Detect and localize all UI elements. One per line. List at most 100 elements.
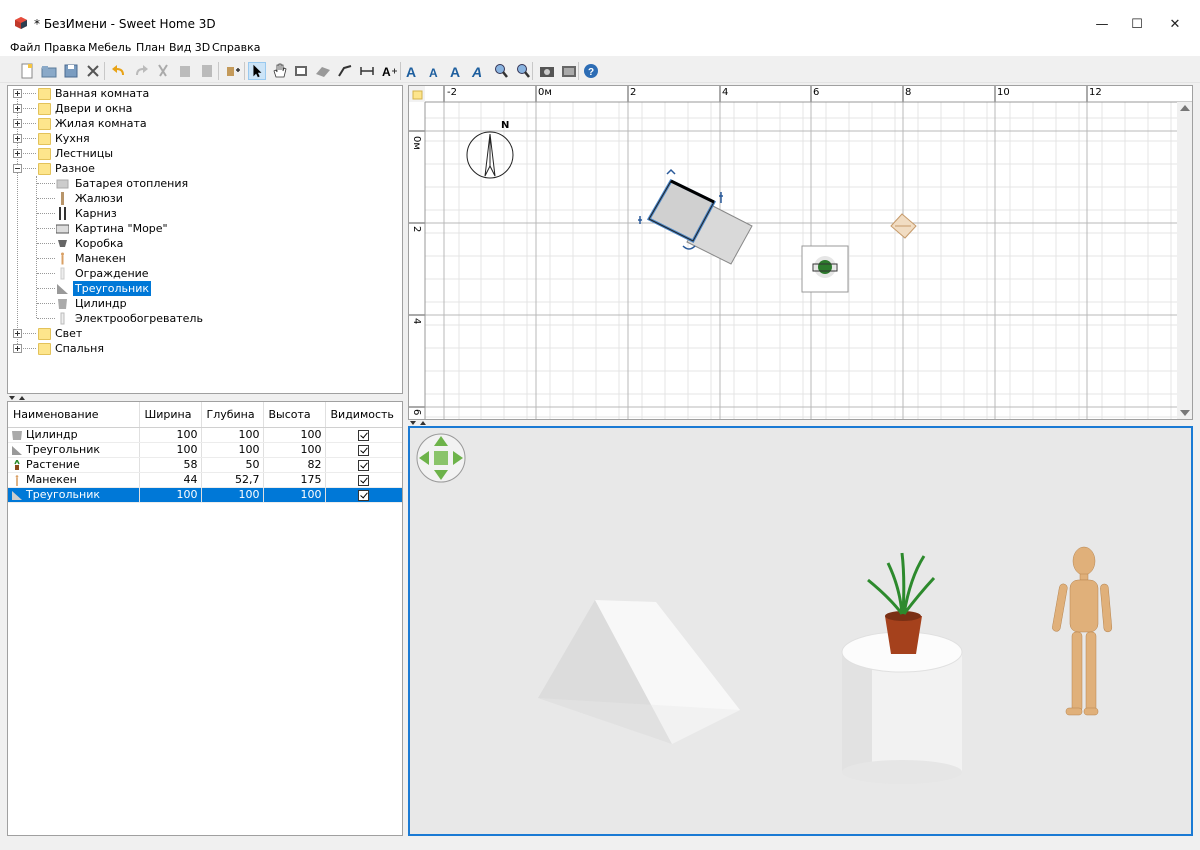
navigation-arrows-icon[interactable]	[416, 433, 466, 483]
table-row[interactable]: Треугольник 100 100 100	[8, 442, 402, 458]
create-photo-icon[interactable]	[538, 62, 556, 80]
create-rooms-icon[interactable]	[314, 62, 332, 80]
paste-icon[interactable]	[198, 62, 216, 80]
category-bathroom[interactable]: Ванная комната	[8, 86, 398, 101]
menu-plan[interactable]: План	[136, 41, 165, 54]
catalog-item[interactable]: Батарея отопления	[8, 176, 398, 191]
plan-vertical-scrollbar[interactable]	[1177, 102, 1193, 420]
column-width[interactable]: Ширина	[139, 402, 202, 428]
zoom-out-icon[interactable]	[514, 62, 532, 80]
category-bedroom[interactable]: Спальня	[8, 341, 398, 356]
select-mode-icon[interactable]	[248, 62, 266, 80]
table-row-selected[interactable]: Треугольник 100 100 100	[8, 487, 402, 503]
3d-triangle-prism	[538, 600, 740, 744]
visibility-checkbox[interactable]	[358, 459, 369, 471]
menu-3d-view[interactable]: Вид 3D	[169, 41, 210, 54]
undo-icon[interactable]	[110, 62, 128, 80]
plan-canvas[interactable]	[409, 86, 1193, 420]
column-height[interactable]: Высота	[263, 402, 326, 428]
redo-icon[interactable]	[132, 62, 150, 80]
svg-text:A: A	[406, 64, 416, 80]
visibility-checkbox[interactable]	[358, 444, 369, 456]
cut-icon[interactable]	[154, 62, 172, 80]
table-row[interactable]: Манекен 44 52,7 175	[8, 472, 402, 488]
italic-text-icon[interactable]: A	[470, 62, 488, 80]
create-labels-icon[interactable]: A	[380, 62, 398, 80]
increase-text-icon[interactable]: A	[404, 62, 422, 80]
plan-view[interactable]: -2 0м 2 4 6 8 10 12 0м 2 4 6 N	[408, 85, 1193, 420]
app-icon	[15, 17, 27, 29]
menu-furniture[interactable]: Мебель	[88, 41, 131, 54]
category-misc[interactable]: Разное	[8, 161, 398, 176]
open-icon[interactable]	[40, 62, 58, 80]
category-doors-windows[interactable]: Двери и окна	[8, 101, 398, 116]
menu-edit[interactable]: Правка	[44, 41, 86, 54]
create-dimensions-icon[interactable]	[358, 62, 376, 80]
new-home-icon[interactable]	[18, 62, 36, 80]
table-row[interactable]: Растение 58 50 82	[8, 457, 402, 473]
table-row[interactable]: Цилиндр 100 100 100	[8, 427, 402, 443]
create-walls-icon[interactable]	[292, 62, 310, 80]
category-lighting[interactable]: Свет	[8, 326, 398, 341]
3d-view[interactable]	[408, 426, 1193, 836]
ruler-x-label: -2	[447, 87, 457, 98]
zoom-in-icon[interactable]	[492, 62, 510, 80]
expand-icon[interactable]	[13, 104, 22, 113]
column-name[interactable]: Наименование	[8, 402, 140, 428]
row-width: 58	[139, 457, 202, 473]
row-height: 100	[263, 442, 326, 458]
plan-furniture-plant[interactable]	[801, 245, 849, 293]
expand-icon[interactable]	[13, 329, 22, 338]
expand-icon[interactable]	[13, 119, 22, 128]
column-visibility[interactable]: Видимость	[325, 402, 402, 428]
row-depth: 100	[201, 427, 264, 443]
create-video-icon[interactable]	[560, 62, 578, 80]
close-button[interactable]: ✕	[1152, 10, 1198, 38]
cylinder-icon	[58, 299, 67, 309]
row-depth: 52,7	[201, 472, 264, 488]
copy-icon[interactable]	[176, 62, 194, 80]
menu-file[interactable]: Файл	[10, 41, 40, 54]
mannequin-icon	[15, 474, 19, 486]
menu-help[interactable]: Справка	[212, 41, 260, 54]
menu-bar: Файл Правка Мебель План Вид 3D Справка	[0, 40, 1200, 56]
row-width: 44	[139, 472, 202, 488]
visibility-checkbox[interactable]	[358, 474, 369, 486]
pan-mode-icon[interactable]	[270, 62, 288, 80]
add-furniture-icon[interactable]	[224, 62, 242, 80]
save-icon[interactable]	[62, 62, 80, 80]
folder-icon	[38, 133, 51, 145]
catalog-item[interactable]: Электрообогреватель	[8, 311, 398, 326]
row-name: Манекен	[26, 473, 77, 486]
visibility-checkbox[interactable]	[358, 489, 369, 501]
expand-icon[interactable]	[13, 134, 22, 143]
item-label: Жалюзи	[75, 192, 123, 205]
catalog-item[interactable]: Коробка	[8, 236, 398, 251]
help-icon[interactable]: ?	[582, 62, 600, 80]
ruler-y-label: 2	[411, 226, 422, 233]
catalog-item[interactable]: Жалюзи	[8, 191, 398, 206]
catalog-item[interactable]: Манекен	[8, 251, 398, 266]
compass-icon[interactable]	[466, 131, 514, 179]
expand-icon[interactable]	[13, 149, 22, 158]
expand-icon[interactable]	[13, 89, 22, 98]
category-stairs[interactable]: Лестницы	[8, 146, 398, 161]
category-label: Спальня	[55, 342, 104, 355]
bold-text-icon[interactable]: A	[448, 62, 466, 80]
cut-prefs-icon[interactable]	[84, 62, 102, 80]
catalog-item[interactable]: Ограждение	[8, 266, 398, 281]
catalog-item[interactable]: Карниз	[8, 206, 398, 221]
category-living-room[interactable]: Жилая комната	[8, 116, 398, 131]
column-depth[interactable]: Глубина	[201, 402, 264, 428]
visibility-checkbox[interactable]	[358, 429, 369, 441]
3d-canvas[interactable]	[410, 428, 1191, 834]
catalog-item[interactable]: Цилиндр	[8, 296, 398, 311]
decrease-text-icon[interactable]: A	[426, 62, 444, 80]
item-label: Ограждение	[75, 267, 149, 280]
collapse-icon[interactable]	[13, 164, 22, 173]
expand-icon[interactable]	[13, 344, 22, 353]
create-polylines-icon[interactable]	[336, 62, 354, 80]
catalog-item[interactable]: Картина "Море"	[8, 221, 398, 236]
category-kitchen[interactable]: Кухня	[8, 131, 398, 146]
catalog-item-selected[interactable]: Треугольник	[8, 281, 398, 296]
